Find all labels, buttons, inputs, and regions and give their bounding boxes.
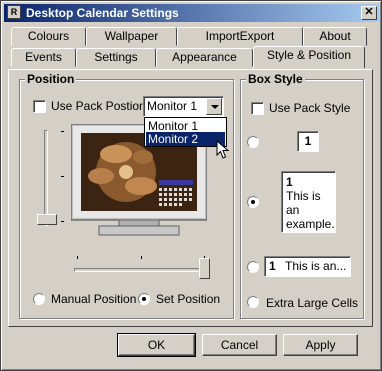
chevron-down-icon[interactable] xyxy=(206,98,222,115)
slider-tick xyxy=(141,256,142,259)
set-position-radio[interactable] xyxy=(138,293,150,305)
slider-tick xyxy=(77,256,78,259)
box-style-preview-2-text: This is an example. xyxy=(286,189,335,231)
box-style-radio-1[interactable] xyxy=(247,136,259,148)
box-style-preview-2-number: 1 xyxy=(286,175,293,189)
box-style-preview-1-number: 1 xyxy=(304,134,312,148)
slider-tick xyxy=(61,176,64,177)
slider-tick xyxy=(61,221,64,222)
tab-colours[interactable]: Colours xyxy=(11,27,86,46)
monitor-dropdown-list: Monitor 1 Monitor 2 xyxy=(144,117,227,147)
box-style-preview-1: 1 xyxy=(297,131,319,152)
set-position-label: Set Position xyxy=(156,292,221,306)
monitor-select-value: Monitor 1 xyxy=(147,99,198,113)
mouse-pointer-icon xyxy=(216,140,230,159)
box-style-preview-2: 1 This is an example. xyxy=(281,171,336,233)
tab-wallpaper[interactable]: Wallpaper xyxy=(86,27,177,46)
tab-style-position[interactable]: Style & Position xyxy=(253,46,365,68)
vertical-slider-thumb[interactable] xyxy=(37,214,57,225)
use-pack-position-label: Use Pack Postion xyxy=(51,99,146,113)
window-title: Desktop Calendar Settings xyxy=(26,6,179,20)
box-style-preview-3: 1 This is an... xyxy=(264,256,351,277)
box-style-preview-3-text: This is an... xyxy=(285,259,347,273)
tab-events[interactable]: Events xyxy=(11,48,76,67)
monitor-option-2[interactable]: Monitor 2 xyxy=(146,132,225,146)
horizontal-position-track[interactable] xyxy=(74,268,209,272)
extra-large-cells-label: Extra Large Cells xyxy=(266,296,359,310)
tab-settings[interactable]: Settings xyxy=(76,48,156,67)
manual-position-label: Manual Position xyxy=(51,292,137,306)
tab-importexport[interactable]: ImportExport xyxy=(177,27,303,46)
slider-tick xyxy=(61,131,64,132)
position-group-label: Position xyxy=(25,72,77,86)
apply-button[interactable]: Apply xyxy=(283,334,358,356)
box-style-group-label: Box Style xyxy=(246,72,305,86)
use-pack-position-checkbox[interactable] xyxy=(33,100,46,113)
tab-about[interactable]: About xyxy=(303,27,367,46)
cancel-button[interactable]: Cancel xyxy=(202,334,277,356)
use-pack-style-checkbox[interactable] xyxy=(251,102,264,115)
box-style-preview-3-number: 1 xyxy=(269,259,276,273)
title-bar[interactable]: R Desktop Calendar Settings ✕ xyxy=(4,4,379,22)
monitor-select[interactable]: Monitor 1 xyxy=(143,96,224,117)
tab-appearance[interactable]: Appearance xyxy=(156,48,253,67)
app-icon: R xyxy=(7,5,21,19)
box-style-radio-4[interactable] xyxy=(247,296,259,308)
monitor-option-1[interactable]: Monitor 1 xyxy=(146,119,225,133)
box-style-radio-2[interactable] xyxy=(247,196,259,208)
horizontal-slider-thumb[interactable] xyxy=(199,258,210,279)
manual-position-radio[interactable] xyxy=(33,293,45,305)
close-icon[interactable]: ✕ xyxy=(361,6,377,20)
use-pack-style-label: Use Pack Style xyxy=(269,101,351,115)
ok-button[interactable]: OK xyxy=(117,333,196,357)
vertical-position-track[interactable] xyxy=(44,130,48,226)
box-style-radio-3[interactable] xyxy=(247,261,259,273)
